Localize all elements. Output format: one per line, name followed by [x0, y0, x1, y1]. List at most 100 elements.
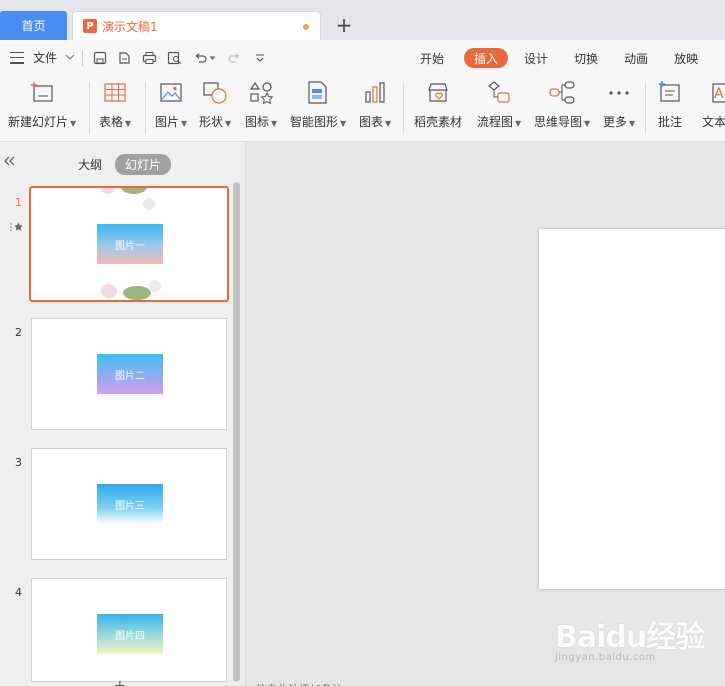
chart-button[interactable]: 图表 ▼ [359, 80, 391, 130]
shapes-button[interactable]: 形状 ▼ [199, 80, 231, 130]
slide-thumbnail-3[interactable]: 图片三 [31, 448, 227, 560]
picture-label: 图片 [155, 115, 180, 129]
slide-thumbnail-4[interactable]: 图片四 [31, 578, 227, 682]
caret-down-icon: ▼ [385, 119, 392, 128]
slide-number: 3 [15, 456, 22, 469]
icons-icon [248, 80, 274, 106]
panel-scrollbar[interactable] [233, 182, 240, 682]
textbox-icon: A [703, 80, 725, 106]
ribbon-divider [145, 82, 146, 134]
file-menu-label: 文件 [33, 51, 58, 65]
export-icon[interactable] [115, 50, 133, 66]
docer-material-button[interactable]: 稻壳素材 [414, 80, 462, 130]
insert-ribbon: 新建幻灯片▼ 表格▼ 图片▼ 形状▼ 图标▼ 智能图形▼ 图表▼ [0, 74, 725, 142]
caret-down-icon: ▼ [271, 119, 278, 128]
ribbon-divider [403, 82, 404, 134]
presentation-file-icon: P [83, 19, 97, 33]
decor-circle [143, 198, 155, 210]
new-tab-button[interactable]: + [333, 12, 355, 38]
svg-text:A: A [714, 86, 724, 102]
undo-dropdown-icon[interactable] [207, 50, 217, 66]
flowchart-button[interactable]: 流程图 ▼ [477, 80, 521, 130]
ribbon-tabs: 开始 插入 设计 切换 动画 放映 [420, 48, 724, 68]
decor-leaf [121, 188, 147, 194]
slide-thumbnail-2[interactable]: 图片二 [31, 318, 227, 430]
caret-down-icon: ▼ [125, 119, 132, 128]
mindmap-button[interactable]: 思维导图 ▼ [534, 80, 590, 130]
ribbon-divider [645, 82, 646, 134]
redo-icon[interactable] [225, 50, 243, 66]
decor-flower [101, 188, 115, 194]
save-icon[interactable] [91, 50, 109, 66]
smartart-label: 智能图形 [290, 115, 339, 129]
smartart-button[interactable]: 智能图形 ▼ [290, 80, 346, 130]
tab-bar: 首页 P 演示文稿1 + [0, 0, 725, 40]
textbox-label: 文本 [702, 115, 725, 129]
caret-down-icon: ▼ [181, 119, 188, 128]
more-label: 更多 [603, 115, 628, 129]
chart-icon [363, 80, 387, 106]
comment-label: 批注 [657, 115, 682, 129]
file-menu[interactable]: 文件 [10, 49, 75, 66]
flowchart-label: 流程图 [477, 115, 514, 129]
comment-button[interactable]: 批注 [657, 80, 683, 130]
smartart-icon [304, 80, 332, 106]
print-icon[interactable] [140, 50, 158, 66]
slides-view-tab[interactable]: 幻灯片 [115, 154, 172, 175]
icons-button[interactable]: 图标 ▼ [245, 80, 277, 130]
slide-number: 4 [15, 586, 22, 599]
more-button[interactable]: 更多 ▼ [603, 80, 635, 130]
hamburger-icon [10, 51, 24, 64]
ribbon-divider [89, 82, 90, 134]
slide-picture-box: 图片三 [97, 484, 163, 524]
customize-toolbar-icon[interactable] [251, 50, 269, 66]
mindmap-label: 思维导图 [534, 115, 583, 129]
collapse-panel-icon[interactable] [3, 154, 15, 170]
chart-label: 图表 [359, 115, 384, 129]
table-label: 表格 [99, 115, 124, 129]
slide-thumbnail-1[interactable]: 图片一 [29, 186, 229, 302]
caret-down-icon: ▼ [629, 119, 636, 128]
picture-button[interactable]: 图片 ▼ [155, 80, 187, 130]
slide-picture-box: 图片一 [97, 224, 163, 264]
textbox-button[interactable]: A 文本 [702, 80, 725, 130]
slide-picture-box: 图片四 [97, 614, 163, 654]
decor-leaf [123, 286, 151, 300]
new-slide-button[interactable]: 新建幻灯片 ▼ [8, 80, 76, 130]
more-icon [608, 80, 630, 106]
slide-number: 1 [15, 196, 22, 209]
tab-transition[interactable]: 切换 [574, 48, 598, 68]
caret-down-icon: ▼ [340, 119, 347, 128]
caret-down-icon: ▼ [515, 119, 522, 128]
tab-slideshow[interactable]: 放映 [674, 48, 698, 68]
caret-down-icon: ▼ [225, 119, 232, 128]
slide-canvas-area [247, 142, 725, 686]
print-preview-icon[interactable] [165, 50, 183, 66]
outline-view-tab[interactable]: 大纲 [78, 156, 102, 173]
add-slide-button[interactable]: + [114, 678, 126, 686]
table-button[interactable]: 表格 ▼ [99, 80, 131, 130]
tab-home[interactable]: 首页 [0, 11, 67, 40]
tab-document[interactable]: P 演示文稿1 [72, 11, 321, 40]
slide-picture-box: 图片二 [97, 354, 163, 394]
tab-start[interactable]: 开始 [420, 48, 444, 68]
animation-star-icon [10, 222, 24, 235]
caret-down-icon: ▼ [70, 119, 77, 128]
flowchart-icon [486, 80, 512, 106]
menu-bar: 文件 开始 插入 设计 切换 动画 放映 [0, 40, 725, 74]
shapes-icon [201, 80, 229, 106]
watermark-logo: Baidu经验 [555, 620, 705, 655]
tab-design[interactable]: 设计 [524, 48, 548, 68]
tab-insert[interactable]: 插入 [464, 48, 509, 68]
current-slide[interactable] [539, 229, 725, 589]
table-icon [103, 80, 127, 106]
baidu-watermark: Baidu经验 jingyan.baidu.com [555, 612, 715, 672]
unsaved-dot-icon [303, 24, 309, 30]
watermark-url: jingyan.baidu.com [555, 652, 656, 663]
comment-icon [657, 80, 683, 106]
tab-animation[interactable]: 动画 [624, 48, 648, 68]
notes-area[interactable]: 单击此处添加备注 [255, 681, 385, 686]
decor-flower [101, 284, 117, 298]
chevron-down-icon [65, 52, 75, 63]
icons-label: 图标 [245, 115, 270, 129]
